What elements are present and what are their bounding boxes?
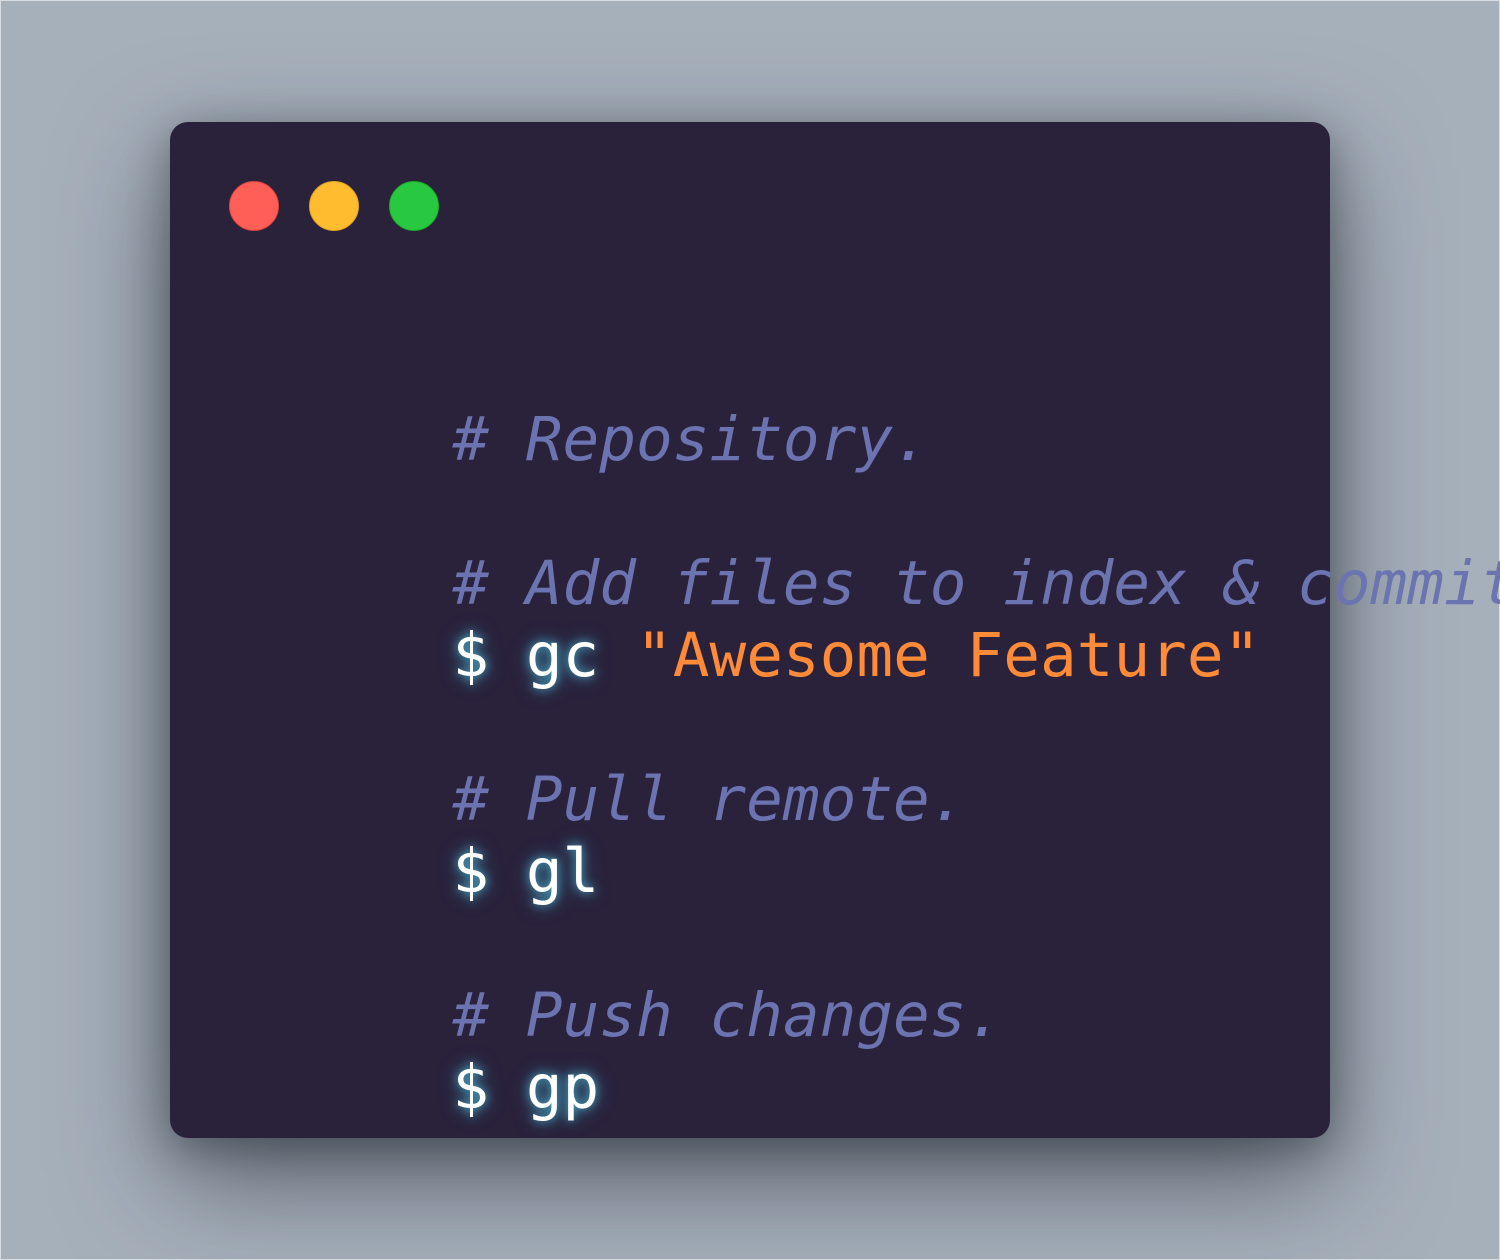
comment-line: # Push changes.: [232, 908, 1003, 1051]
comment-line: # Add files to index & commit.: [232, 476, 1500, 619]
prompt-symbol: $: [452, 1052, 490, 1123]
comment-line: # Pull remote.: [232, 692, 966, 835]
comment-line: # Repository.: [232, 332, 929, 475]
prompt-symbol: $: [452, 836, 490, 907]
prompt-symbol: $: [452, 620, 490, 691]
command-line[interactable]: $ gl: [232, 764, 599, 907]
command-line[interactable]: $ gc "Awesome Feature": [232, 548, 1260, 691]
terminal-window: # Repository. # Add files to index & com…: [170, 122, 1500, 1138]
command-text: gc: [525, 620, 600, 691]
command-line[interactable]: $ gp: [232, 980, 599, 1123]
string-argument: "Awesome Feature": [636, 620, 1261, 691]
maximize-button[interactable]: [389, 181, 439, 231]
command-text: gl: [525, 836, 600, 907]
terminal-code: # Repository. # Add files to index & com…: [232, 122, 1500, 1123]
command-text: gp: [525, 1052, 600, 1123]
comment-text: # Repository.: [452, 404, 930, 475]
